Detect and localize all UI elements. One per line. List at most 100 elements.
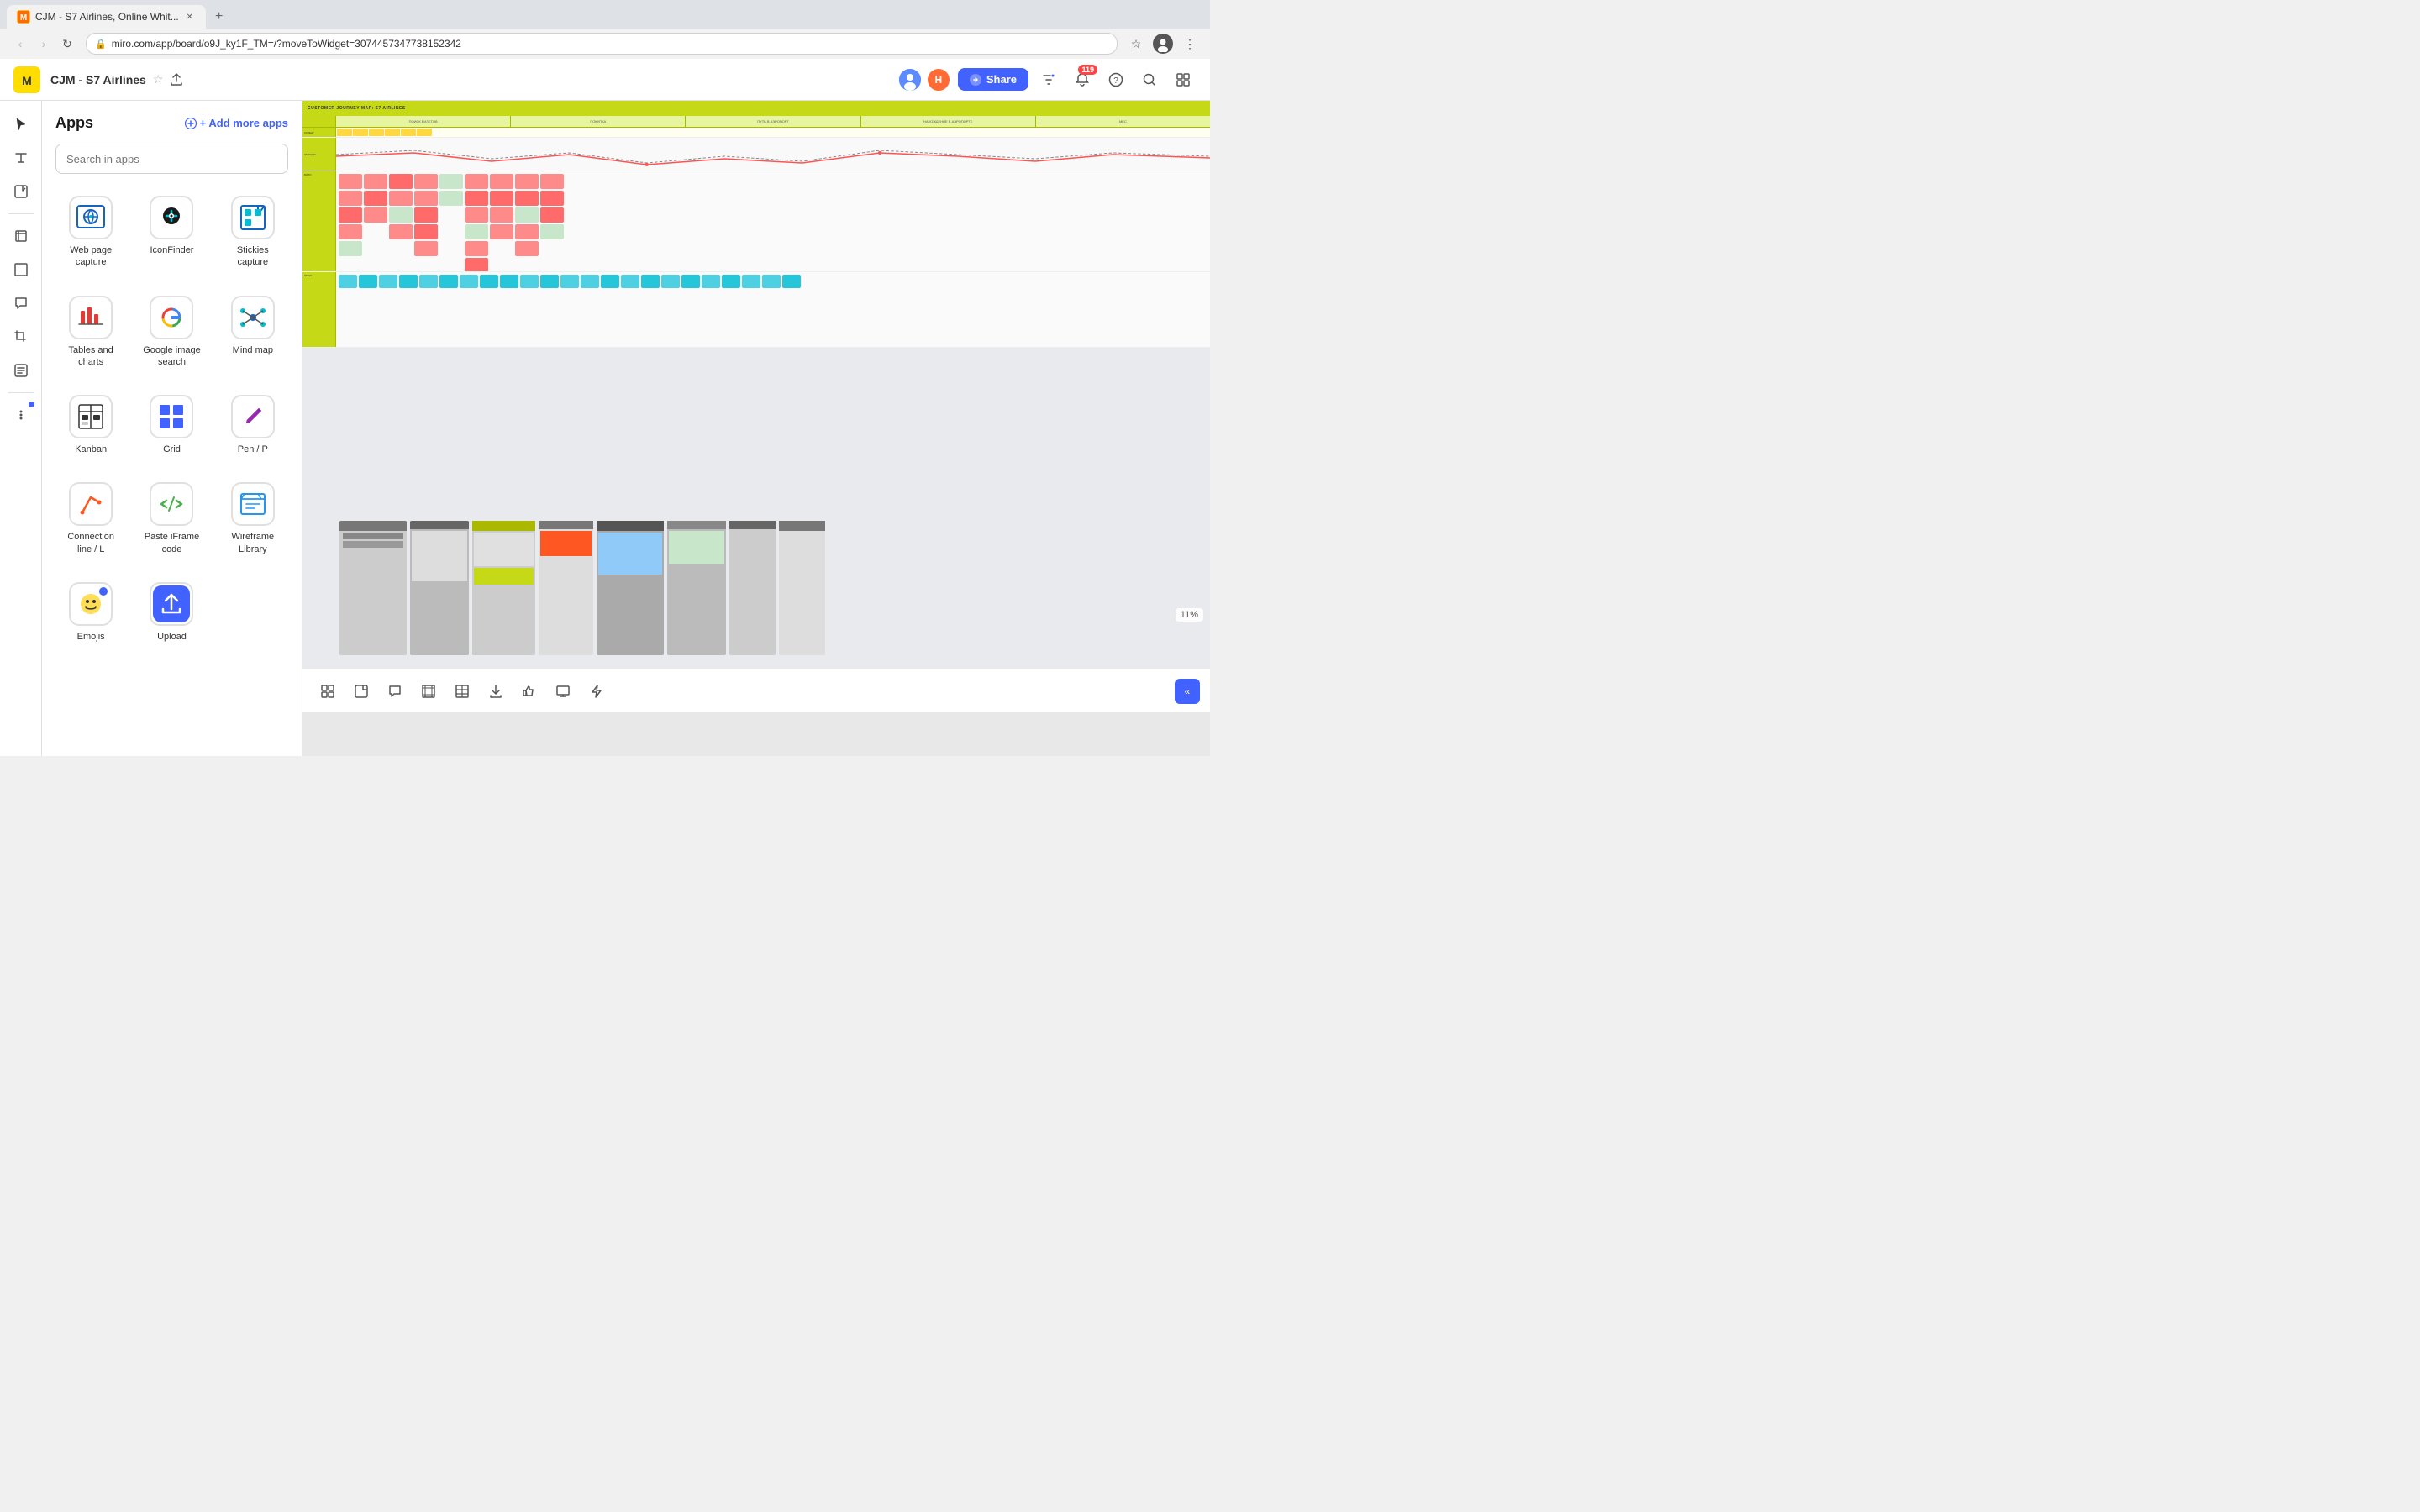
pink-sticky (465, 174, 488, 189)
teal-sticky (480, 275, 498, 288)
bottom-tool-grid[interactable] (313, 676, 343, 706)
new-tab-button[interactable]: + (209, 7, 229, 27)
sticky-3 (369, 129, 384, 136)
sidebar-tool-shape[interactable] (6, 255, 36, 285)
filter-button[interactable] (1035, 66, 1062, 93)
screenshot-7 (729, 521, 776, 655)
browser-menu-button[interactable]: ⋮ (1180, 34, 1200, 54)
notification-button[interactable]: 119 (1069, 66, 1096, 93)
browser-actions: ☆ ⋮ (1126, 34, 1200, 54)
pain-label: БОЛИ (302, 171, 336, 271)
bookmark-button[interactable]: ☆ (1126, 34, 1146, 54)
left-sidebar (0, 101, 42, 756)
bottom-tool-lightning[interactable] (581, 676, 612, 706)
app-icon-tables (69, 296, 113, 339)
phase-3: ПУТЬ В АЭРОПОРТ (686, 116, 860, 127)
teal-stickies (336, 272, 1210, 291)
screenshot-4 (539, 521, 593, 655)
app-label-webpage: Web page capture (60, 244, 121, 269)
emotion-chart (336, 138, 1210, 171)
url-box[interactable]: 🔒 miro.com/app/board/o9J_ky1F_TM=/?moveT… (86, 33, 1118, 55)
active-tab[interactable]: M CJM - S7 Airlines, Online Whit... ✕ (7, 5, 206, 29)
app-item-kanban[interactable]: Kanban (55, 386, 126, 464)
teal-sticky (661, 275, 680, 288)
app-item-iconfinder[interactable]: IconFinder (136, 187, 207, 277)
sidebar-tool-more[interactable] (6, 400, 36, 430)
panel-button[interactable] (1170, 66, 1197, 93)
add-more-apps-button[interactable]: + Add more apps (185, 117, 288, 129)
sticky-1 (337, 129, 352, 136)
sidebar-tool-text[interactable] (6, 143, 36, 173)
app-item-upload[interactable]: Upload (136, 574, 207, 651)
tab-close-button[interactable]: ✕ (184, 11, 196, 23)
pain-points-row: БОЛИ (302, 171, 1210, 272)
bottom-tool-export[interactable] (481, 676, 511, 706)
export-icon[interactable] (170, 73, 183, 87)
bottom-tool-frame[interactable] (413, 676, 444, 706)
stickies-col-3 (389, 174, 413, 271)
avatar-user1[interactable] (897, 67, 923, 92)
app-label-pen: Pen / P (238, 444, 268, 455)
bottom-tool-comment[interactable] (380, 676, 410, 706)
sidebar-tool-cursor[interactable] (6, 109, 36, 139)
address-bar: ‹ › ↻ 🔒 miro.com/app/board/o9J_ky1F_TM=/… (0, 29, 1210, 59)
pink-sticky (540, 207, 564, 223)
app-label-grid: Grid (163, 444, 181, 455)
board-header-bar: CUSTOMER JOURNEY MAP: S7 AIRLINES (302, 101, 1210, 116)
help-button[interactable]: ? (1102, 66, 1129, 93)
app-item-paste[interactable]: Paste iFrame code (136, 474, 207, 564)
back-button[interactable]: ‹ (10, 34, 30, 54)
teal-section: ОПЫТ (302, 272, 1210, 348)
emotion-row: ЭМОЦИИ (302, 138, 1210, 171)
pink-sticky (490, 191, 513, 206)
app-label-paste: Paste iFrame code (141, 531, 202, 555)
stickies-col-7 (490, 174, 513, 271)
row-label-1: КЛИЕНТ (302, 128, 336, 137)
phase-col-empty (302, 116, 336, 127)
app-item-tables[interactable]: Tables and charts (55, 287, 126, 377)
browser-chrome: M CJM - S7 Airlines, Online Whit... ✕ + … (0, 0, 1210, 59)
app-item-emojis[interactable]: Emojis (55, 574, 126, 651)
sidebar-tool-frame[interactable] (6, 221, 36, 251)
sidebar-tool-crop[interactable] (6, 322, 36, 352)
pink-sticky (414, 207, 438, 223)
apps-grid: Web page capture IconFin (55, 187, 288, 651)
miro-logo[interactable]: M (13, 66, 40, 93)
row-content-1 (336, 128, 1210, 137)
app-item-mindmap[interactable]: Mind map (218, 287, 288, 377)
sidebar-tool-sticky[interactable] (6, 176, 36, 207)
sidebar-tool-comment[interactable] (6, 288, 36, 318)
browser-avatar[interactable] (1153, 34, 1173, 54)
app-item-webpage[interactable]: Web page capture (55, 187, 126, 277)
app-item-stickies[interactable]: Stickies capture (218, 187, 288, 277)
teal-sticky (540, 275, 559, 288)
forward-button[interactable]: › (34, 34, 54, 54)
table-row-1: КЛИЕНТ (302, 128, 1210, 138)
user-avatars: H (897, 67, 951, 92)
app-item-google[interactable]: Google image search (136, 287, 207, 377)
green-sticky (439, 174, 463, 189)
sidebar-tool-list[interactable] (6, 355, 36, 386)
app-item-grid[interactable]: Grid (136, 386, 207, 464)
app-icon-emojis (69, 582, 113, 626)
collapse-panel-button[interactable]: « (1175, 679, 1200, 704)
screenshot-3 (472, 521, 535, 655)
bottom-tool-table[interactable] (447, 676, 477, 706)
search-input[interactable] (55, 144, 288, 174)
search-button[interactable] (1136, 66, 1163, 93)
app-item-pen[interactable]: Pen / P (218, 386, 288, 464)
screenshot-6 (667, 521, 726, 655)
board-canvas[interactable]: CUSTOMER JOURNEY MAP: S7 AIRLINES ПОИСК … (302, 101, 1210, 756)
teal-sticky (702, 275, 720, 288)
bottom-tool-sticky[interactable] (346, 676, 376, 706)
avatar-user2[interactable]: H (926, 67, 951, 92)
bottom-tool-screen[interactable] (548, 676, 578, 706)
bottom-tool-thumbs[interactable] (514, 676, 544, 706)
pink-sticky (389, 224, 413, 239)
share-button[interactable]: Share (958, 68, 1028, 91)
star-icon[interactable]: ☆ (153, 72, 164, 87)
reload-button[interactable]: ↻ (57, 34, 77, 54)
app-item-wireframe[interactable]: Wireframe Library (218, 474, 288, 564)
app-item-connection[interactable]: Connection line / L (55, 474, 126, 564)
tab-title: CJM - S7 Airlines, Online Whit... (35, 11, 179, 23)
